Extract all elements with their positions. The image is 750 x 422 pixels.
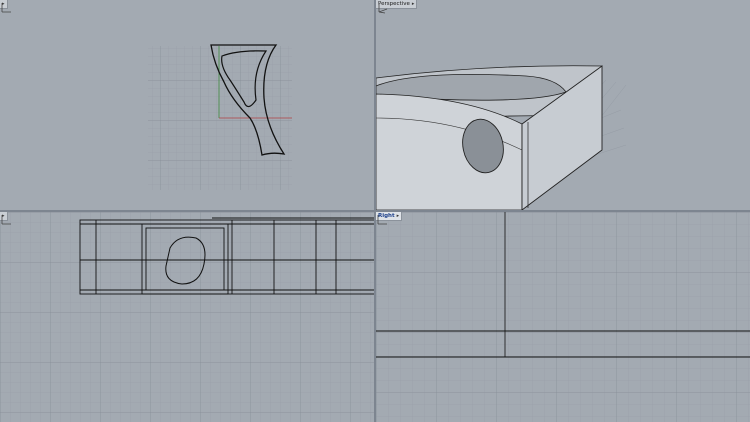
viewport-top[interactable]: ▸ — [0, 0, 374, 210]
viewport-perspective[interactable]: Perspective ▸ — [376, 0, 750, 210]
front-view-canvas — [0, 212, 374, 422]
axis-indicator-icon — [1, 3, 11, 13]
axis-indicator-icon — [377, 215, 387, 225]
right-grid-major — [376, 212, 750, 422]
viewport-menu-caret-icon[interactable]: ▸ — [412, 0, 415, 8]
perspective-canvas — [376, 65, 627, 210]
axis-indicator-icon — [378, 4, 388, 14]
axis-indicator-icon — [1, 215, 11, 225]
front-grid-major — [0, 212, 374, 422]
viewport-right[interactable]: Right ▸ — [376, 212, 750, 422]
viewport-menu-caret-icon[interactable]: ▸ — [397, 212, 400, 220]
right-view-canvas — [376, 212, 750, 422]
top-view-canvas — [148, 44, 292, 190]
viewport-front[interactable]: ▸ — [0, 212, 374, 422]
